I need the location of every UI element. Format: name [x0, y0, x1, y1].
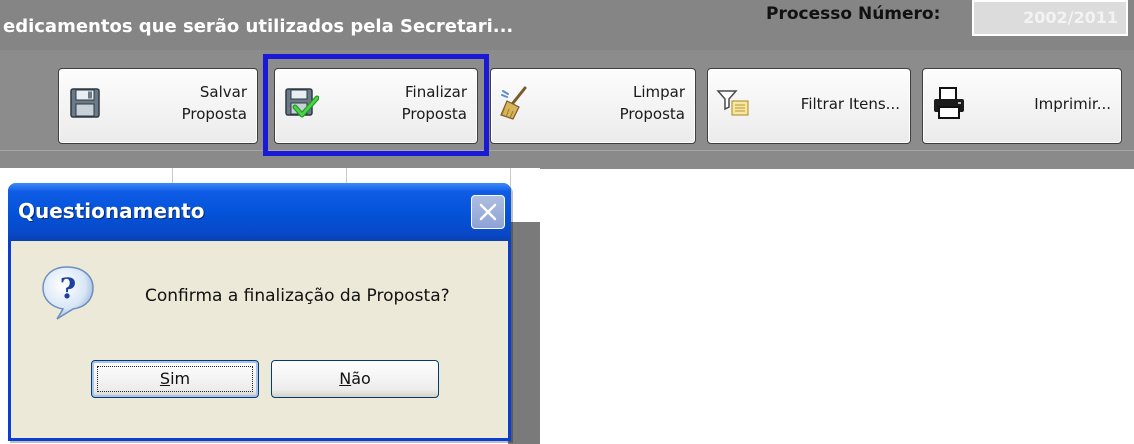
question-icon: ?	[39, 263, 99, 323]
no-button[interactable]: Não	[271, 360, 439, 398]
filter-items-button[interactable]: Filtrar Itens...	[707, 68, 911, 144]
process-number-field: 2002/2011	[972, 0, 1128, 36]
process-number-label: Processo Número:	[766, 4, 941, 24]
print-button[interactable]: Imprimir...	[922, 68, 1122, 144]
save-proposal-label: Salvar Proposta	[181, 83, 247, 123]
svg-text:?: ?	[60, 272, 76, 305]
highlight-frame	[263, 54, 489, 156]
save-proposal-button[interactable]: Salvar Proposta	[58, 68, 258, 144]
printer-icon	[931, 85, 967, 121]
broom-icon	[499, 85, 535, 121]
print-label: Imprimir...	[1034, 95, 1111, 113]
clear-proposal-label: Limpar Proposta	[619, 83, 685, 123]
dialog-message: Confirma a finalização da Proposta?	[145, 286, 450, 306]
page-title: edicamentos que serão utilizados pela Se…	[3, 16, 514, 37]
filter-items-label: Filtrar Itens...	[800, 95, 900, 113]
no-label: ão	[351, 369, 371, 388]
no-mnemonic: N	[339, 369, 352, 388]
title-strip: edicamentos que serão utilizados pela Se…	[0, 0, 1134, 51]
filter-icon	[716, 85, 752, 121]
focus-ring	[97, 366, 253, 392]
floppy-disk-icon	[67, 85, 103, 121]
process-number-value: 2002/2011	[1023, 8, 1118, 27]
close-button[interactable]	[471, 195, 505, 229]
dialog-title: Questionamento	[18, 199, 205, 223]
screen: edicamentos que serão utilizados pela Se…	[0, 0, 1134, 444]
yes-button[interactable]: Sim	[91, 360, 259, 398]
clear-proposal-button[interactable]: Limpar Proposta	[490, 68, 696, 144]
dialog-titlebar[interactable]: Questionamento	[8, 183, 511, 241]
toolbar-divider	[0, 150, 1134, 169]
confirm-dialog: Questionamento ? Confirma a finalização …	[8, 183, 511, 441]
background-panel	[508, 222, 540, 444]
